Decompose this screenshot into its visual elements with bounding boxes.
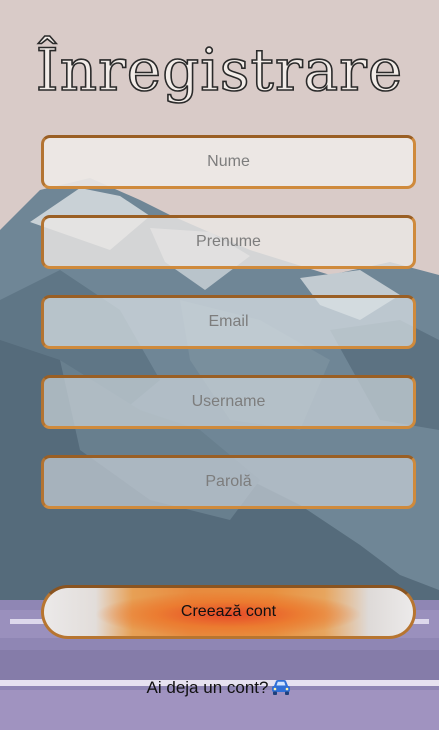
login-prompt: Ai deja un cont? — [0, 678, 439, 701]
email-input[interactable] — [44, 298, 413, 346]
create-account-button[interactable]: Creează cont — [41, 585, 416, 639]
login-link[interactable]: Ai deja un cont? — [147, 678, 293, 697]
username-field[interactable] — [41, 375, 416, 429]
password-field[interactable] — [41, 455, 416, 509]
login-link-label: Ai deja un cont? — [146, 678, 269, 697]
prenume-field[interactable] — [41, 215, 416, 269]
username-input[interactable] — [44, 378, 413, 426]
car-icon — [270, 678, 292, 701]
prenume-input[interactable] — [44, 218, 413, 266]
nume-input[interactable] — [44, 138, 413, 186]
create-account-label: Creează cont — [180, 603, 277, 620]
email-field[interactable] — [41, 295, 416, 349]
password-input[interactable] — [44, 458, 413, 506]
page-title: Înregistrare — [35, 35, 404, 105]
nume-field[interactable] — [41, 135, 416, 189]
